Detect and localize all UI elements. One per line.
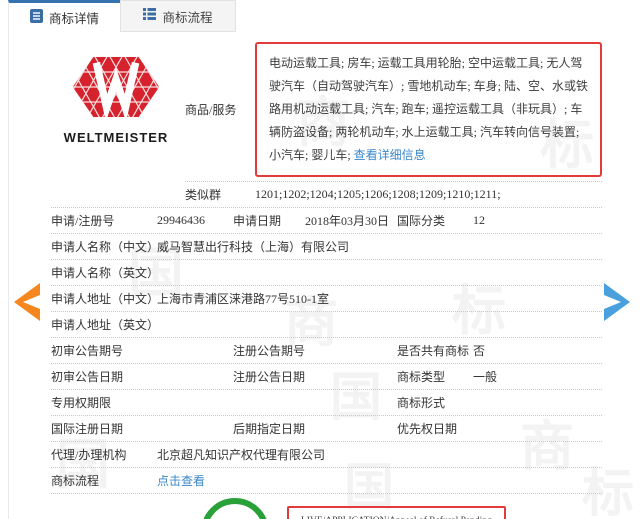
field-label: 申请日期 <box>233 214 282 228</box>
table-row-intl-reg: 国际注册日期 后期指定日期 优先权日期 <box>51 416 602 442</box>
tab-trademark-details[interactable]: 商标详情 <box>8 0 120 32</box>
next-arrow-button[interactable] <box>602 283 632 325</box>
field-label: 申请人名称（英文） <box>51 266 160 280</box>
field-label: 国际注册日期 <box>51 422 124 436</box>
field-label: 初审公告日期 <box>51 370 124 384</box>
field-label: 是否共有商标 <box>397 344 470 358</box>
document-icon <box>29 8 43 27</box>
field-label: 申请人名称（中文） <box>51 240 160 254</box>
table-row-exclusive: 专用权期限 商标形式 <box>51 390 602 416</box>
goods-services-box: 电动运载工具; 房车; 运载工具用轮胎; 空中运载工具; 无人驾驶汽车（自动驾驶… <box>255 42 602 177</box>
field-value: 一般 <box>473 370 498 384</box>
table-row-status: 商标状态图标 <box>93 494 564 519</box>
field-label: 商标形式 <box>397 396 446 410</box>
field-value: 否 <box>473 344 486 358</box>
field-label: 代理/办理机构 <box>51 448 127 462</box>
field-label: 商标类型 <box>397 370 446 384</box>
table-row-address-en: 申请人地址（英文） <box>51 312 602 338</box>
detail-card: WELTMEISTER 商品/服务 电动运载工具; 房车; 运载工具用轮胎; 空… <box>8 32 640 519</box>
previous-arrow-button[interactable] <box>12 283 42 325</box>
click-to-view-link[interactable]: 点击查看 <box>157 474 205 488</box>
field-label: 注册公告日期 <box>233 370 306 384</box>
brand-name: WELTMEISTER <box>63 130 169 145</box>
tab-label: 商标详情 <box>48 12 99 26</box>
field-value: 北京超凡知识产权代理有限公司 <box>157 448 326 462</box>
field-value: 2018年03月30日 <box>305 214 390 228</box>
field-label: 专用权期限 <box>51 396 112 410</box>
goods-services-text: 电动运载工具; 房车; 运载工具用轮胎; 空中运载工具; 无人驾驶汽车（自动驾驶… <box>269 56 589 162</box>
similar-group-row: 类似群 1201;1202;1204;1205;1206;1208;1209;1… <box>51 182 602 208</box>
field-label: 优先权日期 <box>397 422 458 436</box>
similar-group-value: 1201;1202;1204;1205;1206;1208;1209;1210;… <box>255 187 501 201</box>
field-label: 申请人地址（英文） <box>51 318 160 332</box>
tab-trademark-process[interactable]: 商标流程 <box>120 0 236 32</box>
table-row-applicant-en: 申请人名称（英文） <box>51 260 602 286</box>
field-label: 国际分类 <box>397 214 446 228</box>
weltmeister-logo-icon <box>69 54 163 124</box>
tab-bar: 商标详情 商标流程 <box>8 0 640 32</box>
table-row-notice-no: 初审公告期号 注册公告期号 是否共有商标 否 <box>51 338 602 364</box>
table-row-applicant-cn: 申请人名称（中文） 威马智慧出行科技（上海）有限公司 <box>51 234 602 260</box>
field-label: 初审公告期号 <box>51 344 124 358</box>
list-icon <box>143 8 157 24</box>
view-details-link[interactable]: 查看详细信息 <box>354 148 426 162</box>
table-row-notice-date: 初审公告日期 注册公告日期 商标类型 一般 <box>51 364 602 390</box>
similar-group-label: 类似群 <box>185 188 222 202</box>
table-row-address-cn: 申请人地址（中文） 上海市青浦区涞港路77号510-1室 <box>51 286 602 312</box>
status-folder-bank-icon <box>199 494 271 519</box>
field-value: 上海市青浦区涞港路77号510-1室 <box>157 292 329 306</box>
tab-label: 商标流程 <box>162 10 213 25</box>
field-label: 申请/注册号 <box>51 214 115 228</box>
table-row-agency: 代理/办理机构 北京超凡知识产权代理有限公司 <box>51 442 602 468</box>
table-row-process: 商标流程 点击查看 <box>51 468 602 494</box>
trademark-detail-page: 商标国商标国商国标国 商标详情 商标流程 WELTMEISTER 商品/服务 电… <box>0 0 640 519</box>
field-value: 29946436 <box>157 213 205 227</box>
status-box: LIVE/APPLICATION/Appeal of Refusal Pendi… <box>287 506 506 519</box>
field-value: 12 <box>473 213 485 227</box>
field-label: 申请人地址（中文） <box>51 292 160 306</box>
table-row-application: 申请/注册号 29946436 申请日期 2018年03月30日 国际分类 12 <box>51 208 602 234</box>
field-label: 注册公告期号 <box>233 344 306 358</box>
trademark-logo: WELTMEISTER <box>51 42 181 177</box>
field-value: 威马智慧出行科技（上海）有限公司 <box>157 240 350 254</box>
fields-table: 申请/注册号 29946436 申请日期 2018年03月30日 国际分类 12… <box>51 208 602 519</box>
field-label: 商标流程 <box>51 474 100 488</box>
field-label: 后期指定日期 <box>233 422 306 436</box>
goods-section: WELTMEISTER 商品/服务 电动运载工具; 房车; 运载工具用轮胎; 空… <box>9 32 640 177</box>
goods-services-label: 商品/服务 <box>185 103 237 117</box>
